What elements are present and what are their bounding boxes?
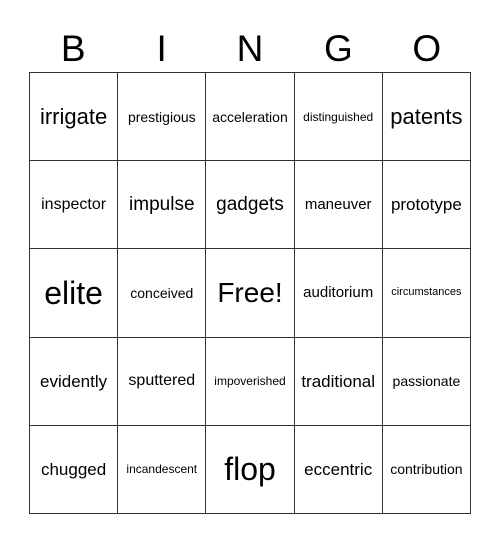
- bingo-cell[interactable]: impoverished: [206, 337, 295, 426]
- bingo-cell[interactable]: circumstances: [382, 249, 471, 338]
- bingo-cell[interactable]: elite: [30, 249, 119, 338]
- bingo-cell[interactable]: passionate: [382, 337, 471, 426]
- bingo-cell[interactable]: auditorium: [294, 249, 383, 338]
- bingo-cell[interactable]: chugged: [30, 425, 119, 514]
- bingo-cell[interactable]: evidently: [30, 337, 119, 426]
- bingo-cell[interactable]: eccentric: [294, 425, 383, 514]
- bingo-cell[interactable]: contribution: [382, 425, 471, 514]
- bingo-cell[interactable]: impulse: [118, 161, 207, 250]
- bingo-cell[interactable]: maneuver: [294, 161, 383, 250]
- bingo-cell[interactable]: gadgets: [206, 161, 295, 250]
- bingo-cell[interactable]: prestigious: [118, 73, 207, 162]
- header-letter-i: I: [156, 28, 167, 69]
- header-letter-o: O: [412, 28, 442, 69]
- bingo-cell[interactable]: patents: [382, 73, 471, 162]
- bingo-board: irrigate prestigious acceleration distin…: [29, 72, 471, 514]
- bingo-header: B I N G O: [29, 26, 471, 72]
- bingo-cell[interactable]: flop: [206, 425, 295, 514]
- header-letter-b: B: [60, 28, 86, 69]
- bingo-cell[interactable]: distinguished: [294, 73, 383, 162]
- bingo-cell[interactable]: irrigate: [30, 73, 119, 162]
- free-space-cell[interactable]: Free!: [206, 249, 295, 338]
- header-letter-g: G: [324, 28, 353, 69]
- bingo-cell[interactable]: incandescent: [118, 425, 207, 514]
- header-letter-n: N: [236, 28, 264, 69]
- bingo-cell[interactable]: prototype: [382, 161, 471, 250]
- bingo-cell[interactable]: inspector: [30, 161, 119, 250]
- bingo-cell[interactable]: traditional: [294, 337, 383, 426]
- bingo-cell[interactable]: sputtered: [118, 337, 207, 426]
- bingo-cell[interactable]: conceived: [118, 249, 207, 338]
- bingo-cell[interactable]: acceleration: [206, 73, 295, 162]
